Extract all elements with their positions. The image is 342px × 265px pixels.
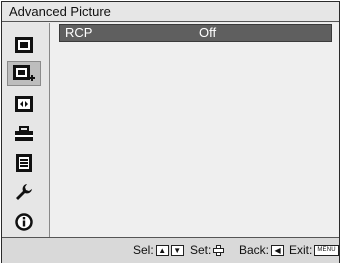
advanced-picture-icon <box>13 64 35 81</box>
joystick-cross-icon <box>213 245 225 256</box>
hint-set: Set: <box>190 238 225 263</box>
settings-panel: RCP Off <box>50 23 339 237</box>
hint-back-label: Back: <box>239 243 270 257</box>
menu-key-icon: MENU <box>314 245 339 256</box>
osd-menu-window: Advanced Picture RCP Off Sel: ▲ ▼ Set: B… <box>1 1 340 263</box>
down-arrow-key-icon: ▼ <box>170 245 184 256</box>
setting-value: Off <box>199 25 217 40</box>
sidebar-item-installation[interactable] <box>7 179 41 204</box>
screen-icon <box>15 95 33 112</box>
hint-exit: Exit: MENU <box>289 238 339 263</box>
picture-icon <box>15 36 33 53</box>
footer-hints: Sel: ▲ ▼ Set: Back: ◀ Exit: MENU <box>2 237 339 263</box>
hint-back: Back: ◀ <box>239 238 285 263</box>
wrench-icon <box>16 183 32 200</box>
sidebar-item-screen[interactable] <box>7 91 41 116</box>
sidebar-item-setup[interactable] <box>7 121 41 146</box>
information-icon <box>15 212 33 231</box>
sidebar-item-picture[interactable] <box>7 32 41 57</box>
hint-select-label: Sel: <box>133 243 154 257</box>
setup-icon <box>15 125 33 141</box>
menu-title: Advanced Picture <box>2 2 339 22</box>
up-arrow-key-icon: ▲ <box>155 245 169 256</box>
sidebar-item-advanced-picture[interactable] <box>7 61 41 86</box>
hint-exit-label: Exit: <box>289 243 313 257</box>
hint-set-label: Set: <box>190 243 212 257</box>
setting-row-rcp[interactable]: RCP Off <box>59 24 332 42</box>
menu-icon <box>16 153 32 172</box>
setting-label: RCP <box>65 25 93 40</box>
sidebar-item-information[interactable] <box>7 209 41 234</box>
menu-sidebar <box>2 23 50 237</box>
hint-select: Sel: ▲ ▼ <box>133 238 184 263</box>
sidebar-item-menu[interactable] <box>7 150 41 175</box>
left-arrow-key-icon: ◀ <box>271 245 285 256</box>
